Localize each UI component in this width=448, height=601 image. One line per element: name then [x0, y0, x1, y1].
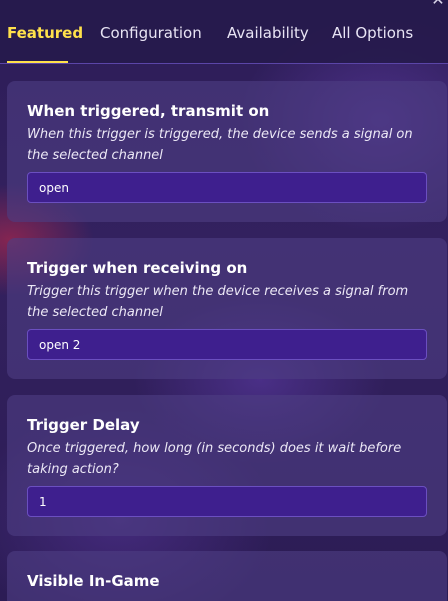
setting-card-visible-in-game: Visible In-Game: [7, 551, 447, 601]
close-icon[interactable]: ✕: [430, 0, 446, 8]
receive-channel-input[interactable]: [27, 329, 427, 360]
tab-configuration[interactable]: Configuration: [100, 24, 202, 64]
setting-title: Trigger when receiving on: [27, 259, 248, 277]
tab-featured[interactable]: Featured: [7, 24, 83, 64]
active-tab-indicator: [7, 61, 68, 63]
setting-card-trigger-delay: Trigger Delay Once triggered, how long (…: [7, 395, 447, 536]
setting-title: Visible In-Game: [27, 572, 160, 590]
setting-description: Once triggered, how long (in seconds) do…: [27, 441, 402, 477]
transmit-channel-input[interactable]: [27, 172, 427, 203]
setting-description: When this trigger is triggered, the devi…: [27, 127, 413, 163]
setting-card-receive-channel: Trigger when receiving on Trigger this t…: [7, 238, 447, 379]
tab-availability[interactable]: Availability: [227, 24, 309, 64]
setting-description: Trigger this trigger when the device rec…: [27, 284, 409, 320]
tab-bar: Featured Configuration Availability All …: [0, 0, 448, 64]
tab-all-options[interactable]: All Options: [332, 24, 413, 64]
setting-title: When triggered, transmit on: [27, 102, 270, 120]
trigger-delay-input[interactable]: [27, 486, 427, 517]
setting-card-transmit-channel: When triggered, transmit on When this tr…: [7, 81, 447, 222]
setting-title: Trigger Delay: [27, 416, 140, 434]
